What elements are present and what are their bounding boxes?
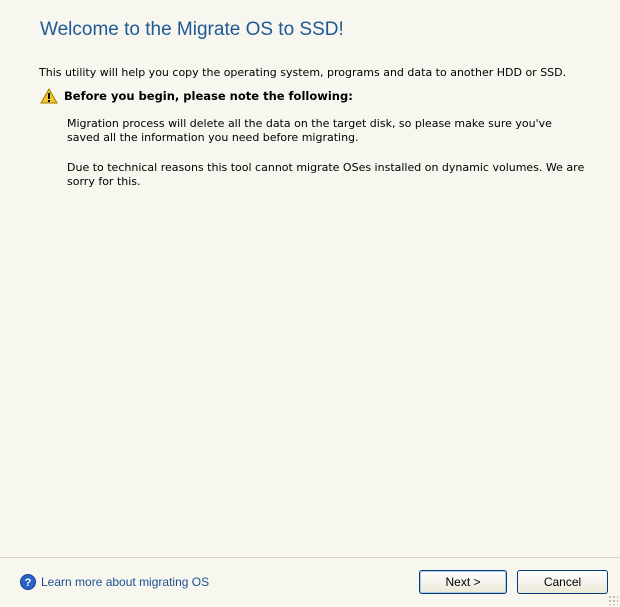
intro-text: This utility will help you copy the oper… xyxy=(39,66,567,79)
warning-triangle-icon xyxy=(40,88,58,104)
learn-more-link[interactable]: ? Learn more about migrating OS xyxy=(20,574,209,590)
next-button[interactable]: Next > xyxy=(419,570,507,594)
page-title: Welcome to the Migrate OS to SSD! xyxy=(40,19,344,40)
cancel-button[interactable]: Cancel xyxy=(517,570,608,594)
help-question-icon: ? xyxy=(20,574,36,590)
note-item: Due to technical reasons this tool canno… xyxy=(67,161,585,188)
notes-list: Migration process will delete all the da… xyxy=(67,117,587,205)
resize-grip[interactable] xyxy=(608,595,618,605)
note-item: Migration process will delete all the da… xyxy=(67,117,552,144)
warning-header: Before you begin, please note the follow… xyxy=(40,88,353,104)
learn-more-label[interactable]: Learn more about migrating OS xyxy=(41,575,209,589)
footer-divider xyxy=(0,557,620,558)
svg-text:?: ? xyxy=(25,577,32,589)
warning-heading: Before you begin, please note the follow… xyxy=(64,89,353,103)
